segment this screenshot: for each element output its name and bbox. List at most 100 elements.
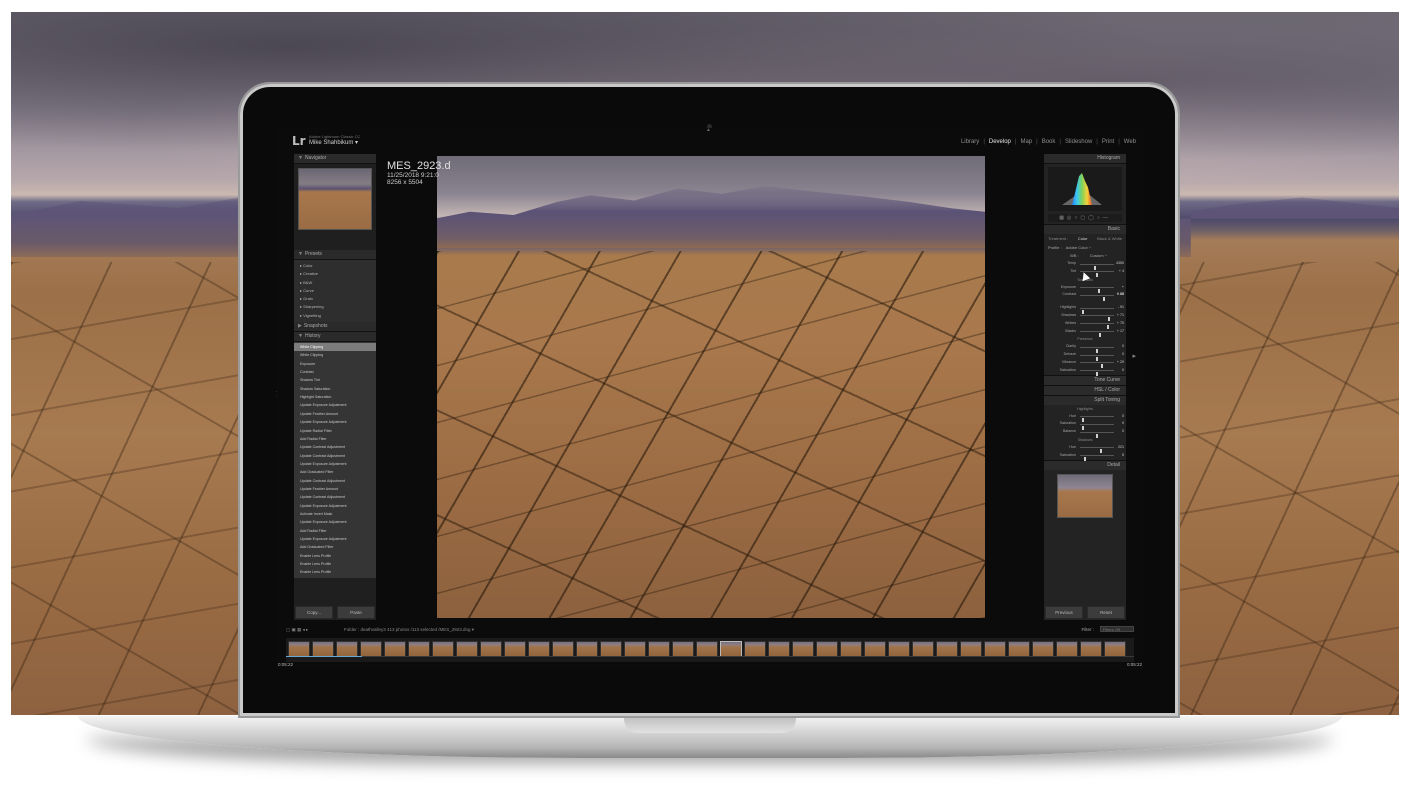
left-panel-toggle-icon[interactable]: ‹ [276,386,277,400]
identity-plate-user[interactable]: Mike Shahbikum ▾ [309,139,358,146]
balance-slider-value[interactable]: 0 [1114,428,1124,436]
balance-slider-knob[interactable] [1096,433,1098,438]
presence-slider-value[interactable]: 0 [1114,343,1124,351]
filmstrip-nav-icons[interactable]: ▢ ▣ ▦ ◂ ▸ [286,625,308,634]
filmstrip-thumbnail[interactable] [360,641,382,657]
history-item[interactable]: Exposure [294,360,376,368]
tone-slider-track[interactable] [1080,323,1114,330]
split-shadow-slider-knob[interactable] [1083,457,1086,462]
main-photo-view[interactable] [437,156,985,618]
right-panel-toggle-icon[interactable]: ▸ [1132,352,1136,360]
preset-folder[interactable]: ▸ Grain [300,295,376,303]
source-path[interactable]: Folder : deathvalley3 413 photos /113 se… [344,625,474,634]
split-highlight-slider-value[interactable]: 0 [1114,420,1124,428]
tone-slider-track[interactable] [1080,294,1114,301]
tone-slider-knob[interactable] [1098,333,1101,338]
history-item[interactable]: Enable Lens Profile [294,552,376,560]
filmstrip-thumbnail[interactable] [792,641,814,657]
history-item[interactable]: Shadow Tint [294,376,376,384]
preset-folder[interactable]: ▸ Vignetting [300,312,376,320]
filmstrip-thumbnail[interactable] [696,641,718,657]
split-highlight-slider-value[interactable]: 0 [1114,413,1124,421]
filmstrip-thumbnail[interactable] [312,641,334,657]
split-highlight-slider-track[interactable] [1080,423,1114,430]
detail-preview[interactable] [1057,473,1113,518]
history-item[interactable]: Contrast [294,368,376,376]
develop-tool-strip[interactable]: ▦◎○▢◯○— [1048,214,1122,222]
history-header[interactable]: ▼ History [294,332,376,343]
filmstrip-thumbnail[interactable] [576,641,598,657]
snapshots-header[interactable]: ▶ Snapshots [294,322,376,333]
filmstrip-thumbnail[interactable] [1080,641,1102,657]
filmstrip-thumbnail[interactable] [528,641,550,657]
wb-dropdown[interactable]: Custom ÷ [1090,253,1107,258]
preset-folder[interactable]: ▸ Color [300,262,376,270]
filmstrip-thumbnail[interactable] [936,641,958,657]
module-library[interactable]: Library [961,139,979,145]
history-item[interactable]: Update Radial Filter [294,427,376,435]
history-item[interactable]: Update Contrast Adjustment [294,443,376,451]
filmstrip-thumbnail[interactable] [1056,641,1078,657]
tone-slider-value[interactable]: + 48 [1114,291,1124,299]
filmstrip-thumbnail[interactable] [720,641,742,657]
history-item[interactable]: Update Exposure Adjustment [294,535,376,543]
module-slideshow[interactable]: Slideshow [1065,139,1092,145]
balance-slider-track[interactable] [1080,431,1114,438]
timeline-scrubber[interactable] [286,656,1134,657]
history-item[interactable]: Update Exposure Adjustment [294,401,376,409]
history-item[interactable]: Update Feather Amount [294,485,376,493]
history-item[interactable]: White Clipping [294,351,376,359]
presence-slider-value[interactable]: + 29 [1114,359,1124,367]
module-print[interactable]: Print [1102,139,1114,145]
module-map[interactable]: Map [1020,139,1032,145]
filter-dropdown[interactable]: Filters Off [1100,626,1134,632]
tone-slider-value[interactable]: - 91 [1114,304,1124,312]
tone-slider-track[interactable] [1080,307,1114,314]
profile-dropdown[interactable]: Adobe Color ÷ [1066,243,1092,252]
history-item[interactable]: Add Graduated Filter [294,468,376,476]
presence-slider-track[interactable] [1080,346,1114,353]
histogram-graph[interactable] [1048,167,1122,211]
history-item[interactable]: Add Graduated Filter [294,543,376,551]
filmstrip-thumbnail[interactable] [1032,641,1054,657]
filmstrip-thumbnail[interactable] [624,641,646,657]
previous-button[interactable]: Previous [1045,606,1083,619]
wb-slider-knob[interactable] [1096,273,1098,278]
filmstrip-thumbnail[interactable] [504,641,526,657]
filmstrip-thumbnail[interactable] [288,641,310,657]
filmstrip-thumbnail[interactable] [744,641,766,657]
history-item[interactable]: Update Exposure Adjustment [294,502,376,510]
tone-slider-track[interactable] [1080,315,1114,322]
wb-slider-value[interactable]: 4350 [1114,260,1124,268]
preset-folder[interactable]: ▸ B&W [300,279,376,287]
presence-slider-track[interactable] [1080,370,1114,377]
filmstrip-thumbnail[interactable] [912,641,934,657]
treatment-bw-button[interactable]: Black & White [1097,234,1122,243]
history-item[interactable]: Update Exposure Adjustment [294,418,376,426]
tone-slider-value[interactable]: + 70 [1114,320,1124,328]
preset-folder[interactable]: ▸ Curve [300,287,376,295]
preset-folder[interactable]: ▸ Creative [300,270,376,278]
split-shadow-slider-track[interactable] [1080,455,1114,462]
history-item[interactable]: Update Contrast Adjustment [294,452,376,460]
history-item[interactable]: Shadow Saturation [294,385,376,393]
history-item[interactable]: Enable Lens Profile [294,560,376,568]
preset-folder[interactable]: ▸ Sharpening [300,303,376,311]
filmstrip-thumbnail[interactable] [840,641,862,657]
split-highlight-slider-track[interactable] [1080,416,1114,423]
history-item[interactable]: Add Radial Filter [294,435,376,443]
filmstrip-thumbnail[interactable] [960,641,982,657]
split-shadow-slider-value[interactable]: 221 [1114,444,1124,452]
presence-slider-track[interactable] [1080,354,1114,361]
history-item[interactable]: Add Radial Filter [294,527,376,535]
tone-slider-value[interactable]: + 17 [1114,328,1124,336]
filmstrip-thumbnail[interactable] [672,641,694,657]
filmstrip-thumbnail[interactable] [456,641,478,657]
split-shadow-slider-value[interactable]: 5 [1114,452,1124,460]
navigator-header[interactable]: ▼ Navigator [294,154,376,164]
top-panel-toggle-icon[interactable]: ▲ [706,128,711,133]
history-item[interactable]: Activate Invert Mask [294,510,376,518]
split-shadow-slider-track[interactable] [1080,447,1114,454]
history-item[interactable]: Update Exposure Adjustment [294,518,376,526]
filmstrip-thumbnail[interactable] [984,641,1006,657]
